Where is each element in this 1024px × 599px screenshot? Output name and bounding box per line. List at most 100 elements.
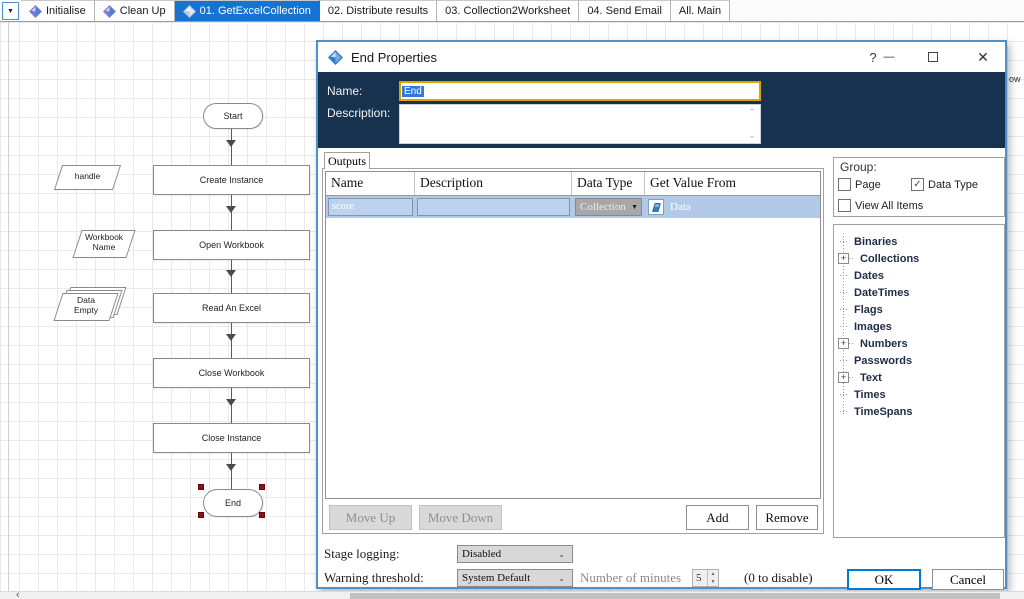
- textarea-scrollbar[interactable]: ⌃ ⌄: [745, 106, 759, 142]
- stage-open-workbook[interactable]: Open Workbook: [153, 230, 310, 260]
- tree-item-collections[interactable]: + Collections: [834, 250, 919, 267]
- tree-label: Numbers: [860, 337, 908, 350]
- checkbox-data-type[interactable]: ✓ Data Type: [911, 178, 978, 191]
- get-value-from-value[interactable]: Data: [670, 201, 691, 213]
- prism-icon: [29, 4, 42, 18]
- blue-prism-icon: [328, 49, 343, 65]
- arrowhead-icon: [226, 399, 236, 406]
- ok-button[interactable]: OK: [847, 569, 921, 590]
- data-item-label: Name: [92, 241, 116, 252]
- tree-item-numbers[interactable]: + Numbers: [834, 335, 908, 352]
- expand-icon[interactable]: +: [838, 253, 849, 264]
- tree-item-flags[interactable]: Flags: [834, 301, 883, 318]
- disable-hint: (0 to disable): [744, 570, 813, 585]
- scroll-down-icon: ⌄: [748, 130, 756, 140]
- tree-item-binaries[interactable]: Binaries: [834, 233, 897, 250]
- add-button[interactable]: Add: [686, 505, 749, 530]
- data-type-select[interactable]: Collection ▼: [575, 198, 642, 216]
- button-label: Cancel: [949, 571, 987, 587]
- column-header-name[interactable]: Name: [326, 172, 415, 195]
- close-button[interactable]: ✕: [968, 42, 998, 72]
- stage-read-an-excel[interactable]: Read An Excel: [153, 293, 310, 323]
- group-label: Group:: [840, 160, 877, 174]
- tree-item-datetimes[interactable]: DateTimes: [834, 284, 909, 301]
- table-row[interactable]: score Collection ▼ Data: [326, 196, 820, 218]
- data-item-workbook-name[interactable]: Workbook Name: [72, 230, 136, 258]
- selection-handle[interactable]: [198, 512, 204, 518]
- minutes-stepper[interactable]: 5 ▲ ▼: [692, 569, 719, 587]
- tab-outputs[interactable]: Outputs: [324, 152, 370, 169]
- tab-clean-up[interactable]: Clean Up: [94, 0, 175, 21]
- move-down-button[interactable]: Move Down: [419, 505, 502, 530]
- tree-item-timespans[interactable]: TimeSpans: [834, 403, 913, 420]
- checkbox-icon: [838, 178, 851, 191]
- horizontal-scrollbar[interactable]: ‹: [0, 589, 1024, 599]
- stage-logging-select[interactable]: Disabled ⌄: [457, 545, 573, 563]
- chevron-down-icon: ⌄: [558, 573, 565, 583]
- tab-distribute-results[interactable]: 02. Distribute results: [319, 0, 438, 21]
- tab-collection2worksheet[interactable]: 03. Collection2Worksheet: [437, 0, 580, 21]
- outputs-panel: Name Description Data Type Get Value Fro…: [322, 168, 824, 534]
- tree-item-text[interactable]: + Text: [834, 369, 882, 386]
- spinner-up-icon[interactable]: ▲: [711, 571, 716, 577]
- scroll-left-icon[interactable]: ‹: [16, 589, 20, 599]
- selection-handle[interactable]: [259, 512, 265, 518]
- select-value: System Default: [462, 572, 531, 584]
- stage-create-instance[interactable]: Create Instance: [153, 165, 310, 195]
- tab-label: Initialise: [46, 5, 86, 17]
- data-type-value: Collection: [580, 201, 626, 213]
- warning-threshold-select[interactable]: System Default ⌄: [457, 569, 573, 587]
- scrollbar-thumb[interactable]: [350, 593, 1000, 599]
- tab-label: 02. Distribute results: [327, 5, 429, 17]
- button-label: Move Up: [345, 509, 396, 525]
- group-box: Group: Page ✓ Data Type View All Items: [833, 157, 1005, 217]
- tree-item-passwords[interactable]: Passwords: [834, 352, 912, 369]
- selection-handle[interactable]: [198, 484, 204, 490]
- tab-getexcelcollection[interactable]: 01. GetExcelCollection: [174, 0, 320, 21]
- stage-close-instance[interactable]: Close Instance: [153, 423, 310, 453]
- selection-handle[interactable]: [259, 484, 265, 490]
- expand-icon[interactable]: +: [838, 338, 849, 349]
- remove-button[interactable]: Remove: [756, 505, 818, 530]
- maximize-button[interactable]: [918, 42, 948, 72]
- checkbox-view-all-items[interactable]: View All Items: [838, 199, 923, 212]
- tab-send-email[interactable]: 04. Send Email: [579, 0, 671, 21]
- checkbox-page[interactable]: Page: [838, 178, 881, 191]
- cancel-button[interactable]: Cancel: [932, 569, 1004, 590]
- tab-all-main[interactable]: All. Main: [670, 0, 731, 21]
- output-name-input[interactable]: score: [328, 198, 413, 216]
- button-label: Remove: [765, 509, 809, 525]
- tab-initialise[interactable]: Initialise: [21, 0, 95, 21]
- output-description-input[interactable]: [417, 198, 570, 216]
- stage-start[interactable]: Start: [203, 103, 263, 129]
- stage-label: Create Instance: [199, 175, 264, 185]
- move-up-button[interactable]: Move Up: [329, 505, 412, 530]
- checkbox-label: Page: [855, 178, 881, 191]
- data-item-handle[interactable]: handle: [53, 165, 122, 190]
- column-header-data-type[interactable]: Data Type: [572, 172, 645, 195]
- column-header-description[interactable]: Description: [415, 172, 572, 195]
- column-header-get-value-from[interactable]: Get Value From: [645, 172, 820, 195]
- tab-list-dropdown-button[interactable]: ▼: [2, 2, 19, 20]
- tree-item-times[interactable]: Times: [834, 386, 886, 403]
- stage-close-workbook[interactable]: Close Workbook: [153, 358, 310, 388]
- tree-item-images[interactable]: Images: [834, 318, 892, 335]
- arrowhead-icon: [226, 334, 236, 341]
- collection-item-data-empty[interactable]: Data Empty: [53, 287, 127, 321]
- spinner-down-icon[interactable]: ▼: [711, 579, 716, 585]
- dialog-header: Name: End Description: ⌃ ⌄: [318, 72, 1005, 148]
- link-start-create: [231, 129, 232, 165]
- outputs-table[interactable]: Name Description Data Type Get Value Fro…: [325, 171, 821, 499]
- arrowhead-icon: [226, 270, 236, 277]
- data-item-label: handle: [74, 171, 101, 181]
- expand-icon[interactable]: +: [838, 372, 849, 383]
- name-input[interactable]: End: [399, 81, 761, 101]
- minimize-button[interactable]: —: [874, 42, 904, 72]
- maximize-icon: [928, 52, 938, 62]
- stage-end[interactable]: End: [203, 489, 263, 517]
- stage-label: Read An Excel: [201, 303, 262, 313]
- warning-threshold-label: Warning threshold:: [324, 570, 424, 585]
- tree-item-dates[interactable]: Dates: [834, 267, 884, 284]
- data-type-tree[interactable]: Binaries + Collections Dates DateTimes Fl…: [833, 224, 1005, 538]
- description-textarea[interactable]: ⌃ ⌄: [399, 104, 761, 144]
